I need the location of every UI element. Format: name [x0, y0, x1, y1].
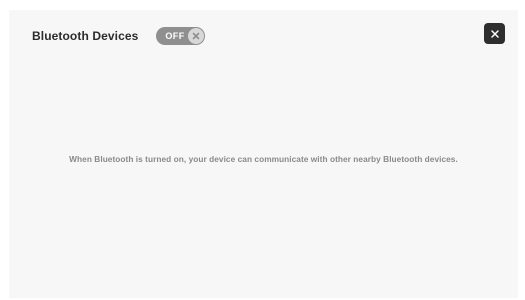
toggle-state-label: OFF	[165, 31, 185, 41]
x-circle-icon	[188, 28, 205, 44]
bluetooth-info-message: When Bluetooth is turned on, your device…	[69, 154, 458, 164]
panel-header: Bluetooth Devices OFF	[32, 27, 206, 45]
close-icon	[490, 29, 499, 38]
panel-title: Bluetooth Devices	[32, 29, 139, 43]
close-button[interactable]	[484, 23, 505, 44]
bluetooth-toggle[interactable]: OFF	[156, 27, 206, 45]
bluetooth-panel: Bluetooth Devices OFF When Bluetooth is …	[9, 10, 518, 298]
